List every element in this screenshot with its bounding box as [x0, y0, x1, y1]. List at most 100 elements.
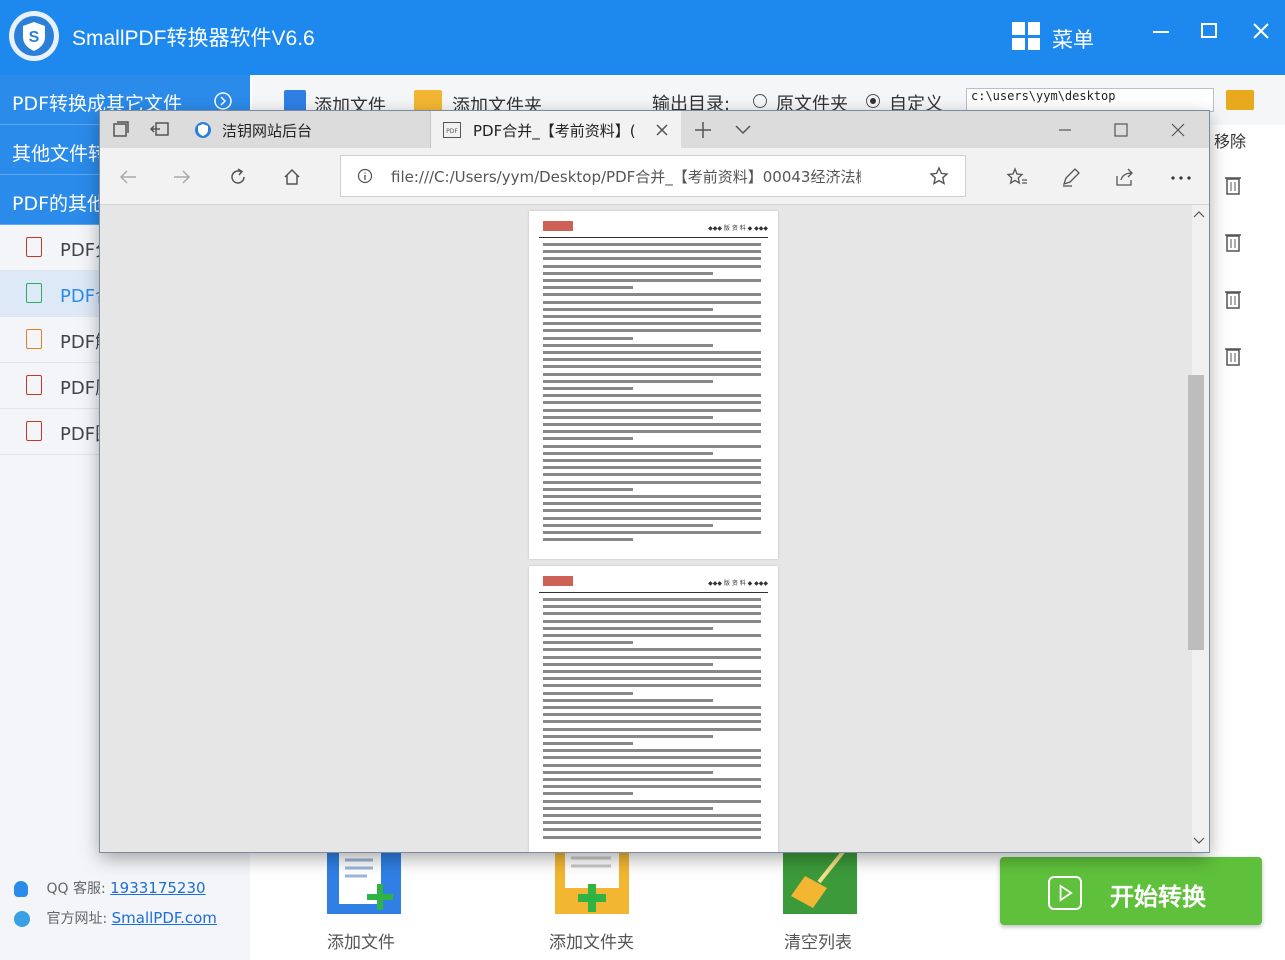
- start-convert-button[interactable]: 开始转换: [1000, 857, 1262, 925]
- publisher-logo: [543, 576, 573, 586]
- add-folder-icon[interactable]: [414, 90, 442, 112]
- site-favicon-icon: [195, 122, 211, 138]
- pdf-text-line: [543, 307, 713, 311]
- pdf-text-line: [543, 322, 761, 326]
- remove-column-header: 移除: [1214, 132, 1247, 151]
- add-file-icon[interactable]: [284, 90, 306, 112]
- pdf-text-line: [543, 387, 633, 390]
- pdf-text-line: [543, 279, 761, 282]
- site-icon: [14, 911, 30, 927]
- qq-number-link[interactable]: 1933175230: [110, 879, 205, 897]
- favorites-bar-icon[interactable]: [1006, 167, 1028, 187]
- pdf-text-line: [543, 698, 713, 702]
- tab-close-icon[interactable]: [655, 123, 669, 137]
- address-url[interactable]: file:///C:/Users/yym/Desktop/PDF合并_【考前资料…: [391, 166, 861, 187]
- pdf-text-line: [543, 785, 761, 789]
- pdf-text-line: [543, 531, 761, 534]
- menu-label[interactable]: 菜单: [1052, 24, 1094, 54]
- pdf-text-line: [543, 351, 761, 354]
- radio-custom[interactable]: [866, 94, 880, 108]
- chevron-circle-icon: [214, 92, 232, 110]
- pdf-text-line: [543, 415, 713, 419]
- page-header-text: ◆◆◆ 版 资 料 ◆ ◆◆◆: [708, 225, 768, 232]
- pdf-text-line: [543, 523, 713, 527]
- browse-folder-icon[interactable]: [1226, 90, 1254, 110]
- page-header: ◆◆◆ 版 资 料 ◆ ◆◆◆: [539, 219, 768, 238]
- set-aside-tabs-icon[interactable]: [150, 120, 170, 138]
- sidebar-header-label: PDF的其他: [12, 193, 107, 215]
- pdf-text-line: [543, 626, 713, 630]
- pdf-text-line: [543, 495, 761, 498]
- site-url-link[interactable]: SmallPDF.com: [112, 909, 217, 927]
- output-path-input[interactable]: c:\users\yym\desktop: [966, 88, 1214, 112]
- pdf-text-line: [543, 365, 761, 369]
- browser-tab-inactive[interactable]: 洁钥网站后台: [184, 111, 431, 148]
- tab-chevron-down-icon[interactable]: [734, 123, 752, 135]
- pdf-text-line: [543, 677, 761, 681]
- pdf-viewer[interactable]: ◆◆◆ 版 资 料 ◆ ◆◆◆ ◆◆◆ 版 资 料 ◆ ◆◆◆: [100, 205, 1192, 852]
- pdf-text-line: [543, 394, 761, 398]
- pdf-text-line: [543, 250, 761, 254]
- scrollbar-thumb[interactable]: [1188, 375, 1204, 650]
- info-icon[interactable]: [357, 168, 373, 184]
- tab-list-icon[interactable]: [112, 120, 130, 138]
- pdf-text-line: [543, 648, 761, 652]
- trash-icon[interactable]: [1224, 231, 1242, 253]
- pdf-text-line: [543, 605, 761, 609]
- trash-icon[interactable]: [1224, 345, 1242, 367]
- pdf-text-line: [543, 612, 761, 616]
- trash-icon[interactable]: [1224, 174, 1242, 196]
- pen-notes-icon[interactable]: [1060, 166, 1082, 188]
- pdf-text-line: [543, 423, 761, 426]
- more-options-icon[interactable]: [1170, 175, 1192, 181]
- clear-list-button[interactable]: 清空列表: [784, 928, 852, 953]
- pdf-text-line: [543, 821, 761, 825]
- site-label: 官方网址:: [46, 911, 108, 927]
- browser-maximize-icon[interactable]: [1112, 121, 1130, 139]
- refresh-icon[interactable]: [228, 167, 248, 187]
- pdf-text-line: [543, 742, 633, 745]
- add-folder-large-button[interactable]: 添加文件夹: [549, 928, 634, 953]
- pdf-text-line: [543, 243, 761, 246]
- scroll-up-icon[interactable]: [1192, 209, 1206, 219]
- pdf-text-line: [543, 662, 713, 666]
- browser-close-icon[interactable]: [1169, 121, 1187, 139]
- close-icon[interactable]: [1248, 14, 1274, 44]
- page-header: ◆◆◆ 版 资 料 ◆ ◆◆◆: [539, 574, 768, 593]
- qq-label: QQ 客服:: [46, 881, 106, 897]
- radio-original-folder[interactable]: [753, 94, 767, 108]
- share-icon[interactable]: [1114, 166, 1136, 188]
- pdf-text-line: [543, 437, 633, 441]
- menu-grid-icon[interactable]: [1012, 22, 1040, 50]
- trash-icon[interactable]: [1224, 288, 1242, 310]
- pdf-text-line: [543, 372, 761, 376]
- publisher-logo: [543, 221, 573, 231]
- minimize-icon[interactable]: [1150, 14, 1172, 44]
- maximize-icon[interactable]: [1198, 14, 1220, 44]
- pdf-file-icon: [26, 237, 42, 257]
- pdf-text-line: [543, 473, 761, 477]
- clear-list-broom-icon[interactable]: [783, 852, 857, 914]
- pdf-text-line: [543, 466, 761, 470]
- pdf-text-line: [543, 300, 761, 304]
- back-arrow-icon[interactable]: [118, 167, 138, 187]
- qq-icon: [14, 881, 28, 897]
- favorite-star-icon[interactable]: [929, 166, 949, 186]
- svg-text:S: S: [29, 29, 40, 46]
- pdf-text-line: [543, 358, 761, 362]
- browser-minimize-icon[interactable]: [1056, 121, 1074, 139]
- add-folder-large-icon[interactable]: [555, 852, 629, 914]
- add-file-large-icon[interactable]: [327, 852, 401, 914]
- home-icon[interactable]: [282, 167, 302, 187]
- pdf-text-line: [543, 691, 633, 695]
- browser-tab-active[interactable]: PDF PDF合并_【考前资料】(: [431, 111, 681, 148]
- scroll-down-icon[interactable]: [1192, 836, 1206, 846]
- address-bar[interactable]: file:///C:/Users/yym/Desktop/PDF合并_【考前资料…: [340, 155, 966, 197]
- pdf-file-icon: [26, 283, 42, 303]
- pdf-text-line: [543, 756, 761, 760]
- forward-arrow-icon[interactable]: [172, 167, 192, 187]
- add-file-large-button[interactable]: 添加文件: [327, 928, 395, 953]
- pdf-file-icon: [26, 329, 42, 349]
- new-tab-plus-icon[interactable]: [694, 121, 712, 139]
- page-header-text: ◆◆◆ 版 资 料 ◆ ◆◆◆: [708, 580, 768, 587]
